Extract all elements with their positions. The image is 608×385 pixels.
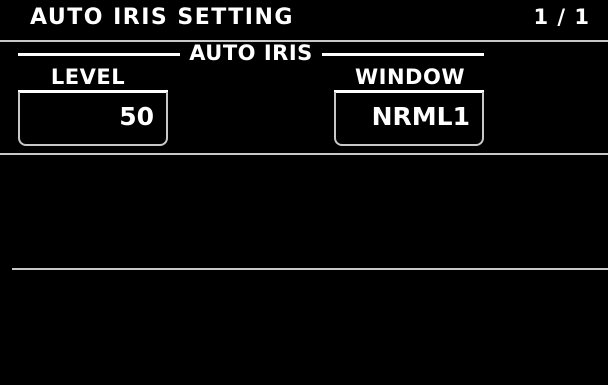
page-title: AUTO IRIS SETTING (30, 5, 294, 30)
title-bar: AUTO IRIS SETTING 1 / 1 (0, 0, 608, 40)
level-value: 50 (119, 102, 154, 131)
level-value-box[interactable]: 50 (18, 92, 168, 146)
window-value-box[interactable]: NRML1 (334, 92, 484, 146)
menu-screen: AUTO IRIS SETTING 1 / 1 AUTO IRIS LEVEL … (0, 0, 608, 385)
page-indicator: 1 / 1 (533, 5, 590, 29)
row-divider-1 (0, 153, 608, 155)
group-line-left (18, 53, 180, 56)
row-divider-2 (12, 268, 608, 270)
level-label: LEVEL (50, 65, 126, 89)
group-line-right (322, 53, 484, 56)
window-value: NRML1 (371, 102, 470, 131)
window-label: WINDOW (355, 65, 465, 89)
group-label: AUTO IRIS (189, 41, 313, 65)
